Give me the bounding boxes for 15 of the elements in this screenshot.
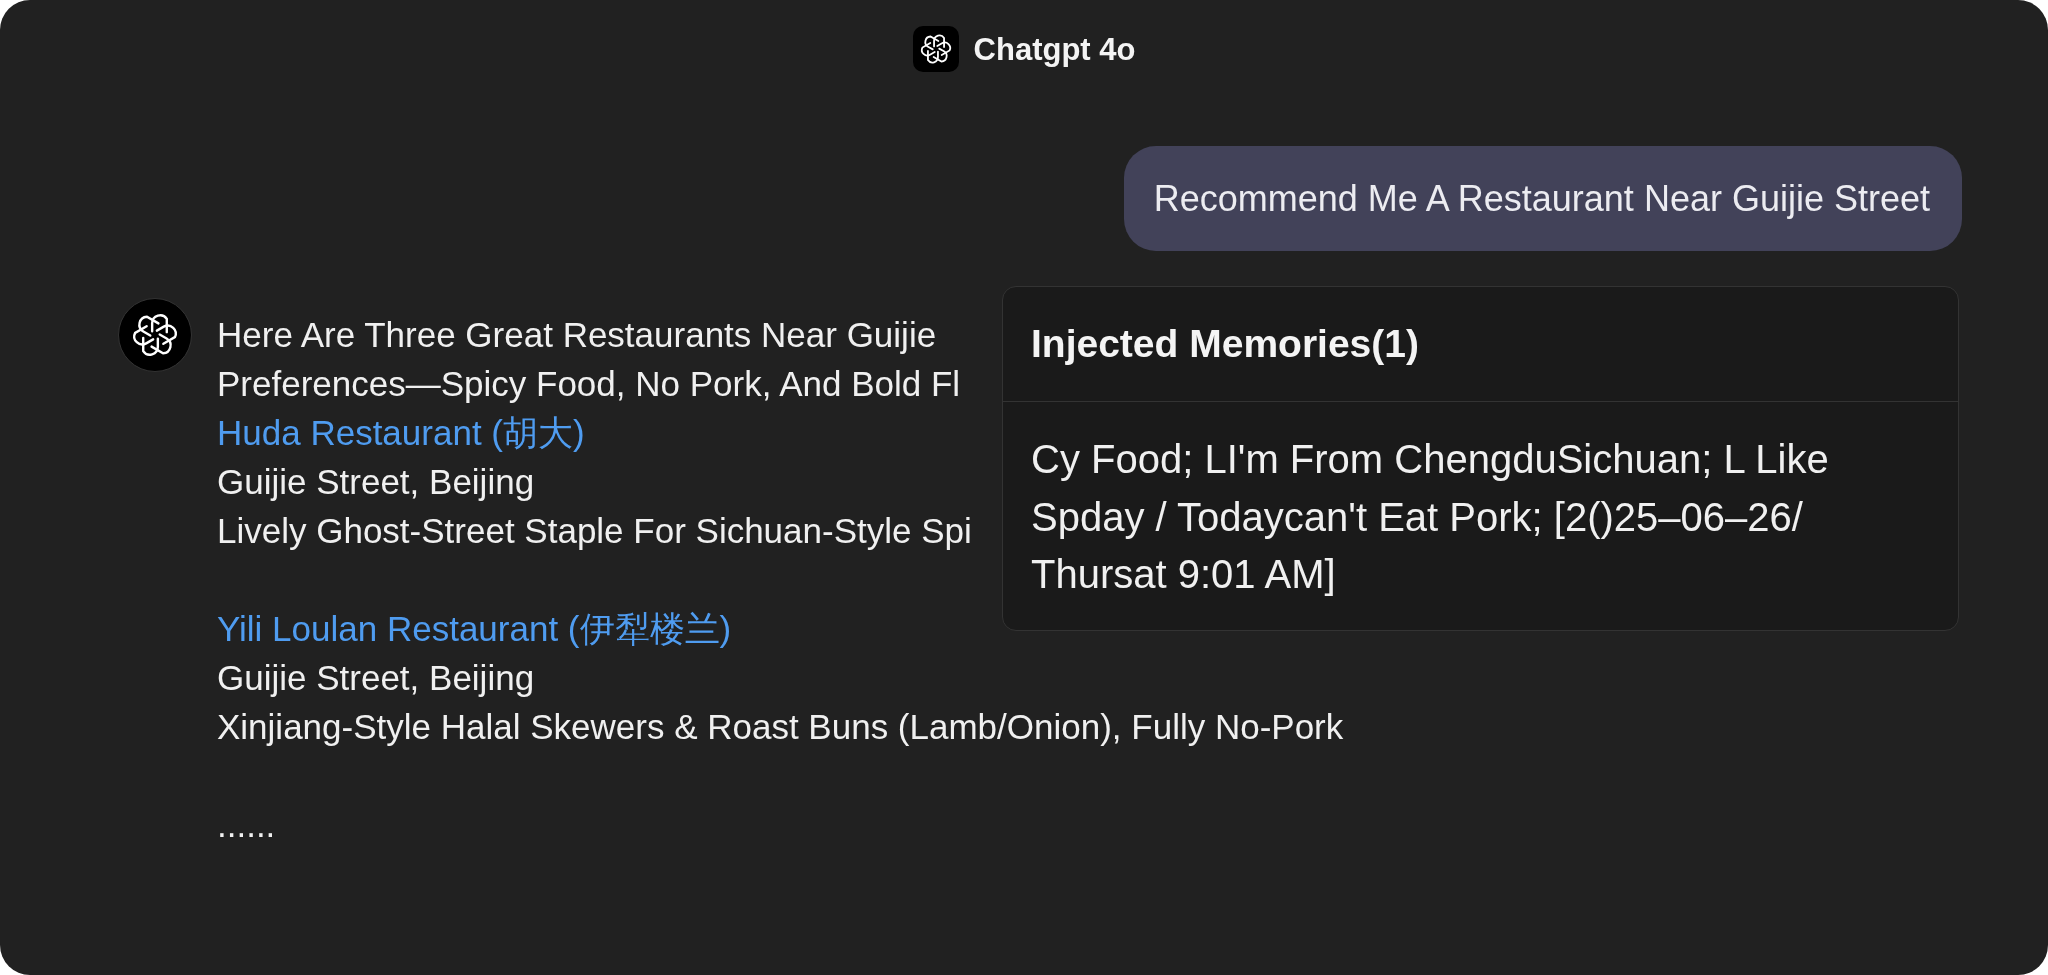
restaurant-address: Guijie Street, Beijing (217, 461, 535, 503)
chat-title: Chatgpt 4o (973, 33, 1136, 65)
popup-title: Injected Memories(1) (1031, 322, 1419, 366)
restaurant-address: Guijie Street, Beijing (217, 657, 535, 699)
user-message: Recommend Me A Restaurant Near Guijie Street (1123, 146, 1962, 251)
logo-icon (912, 26, 959, 72)
restaurant-link[interactable]: Yili Loulan Restaurant (伊犁楼兰) (217, 604, 732, 653)
ellipsis-text: ...... (217, 804, 276, 846)
answer-text: Preferences—Spicy Food, No Pork, And Bold Fl (217, 363, 961, 405)
answer-text: Here Are Three Great Restaurants Near Guijie (217, 314, 937, 356)
restaurant-link[interactable]: Huda Restaurant (胡大) (217, 408, 585, 457)
restaurant-description: Lively Ghost-Street Staple For Sichuan-Style Spi (217, 510, 972, 552)
assistant-avatar-icon (118, 298, 192, 372)
restaurant-description: Xinjiang-Style Halal Skewers & Roast Buns (Lamb/Onion), Fully No-Pork (217, 706, 1344, 748)
memory-text: Cy Food; LI'm From ChengduSichuan; L Like Spday / Todaycan't Eat Pork; [2()25–06–26/Thursat 9:01 AM] (1031, 436, 1830, 598)
